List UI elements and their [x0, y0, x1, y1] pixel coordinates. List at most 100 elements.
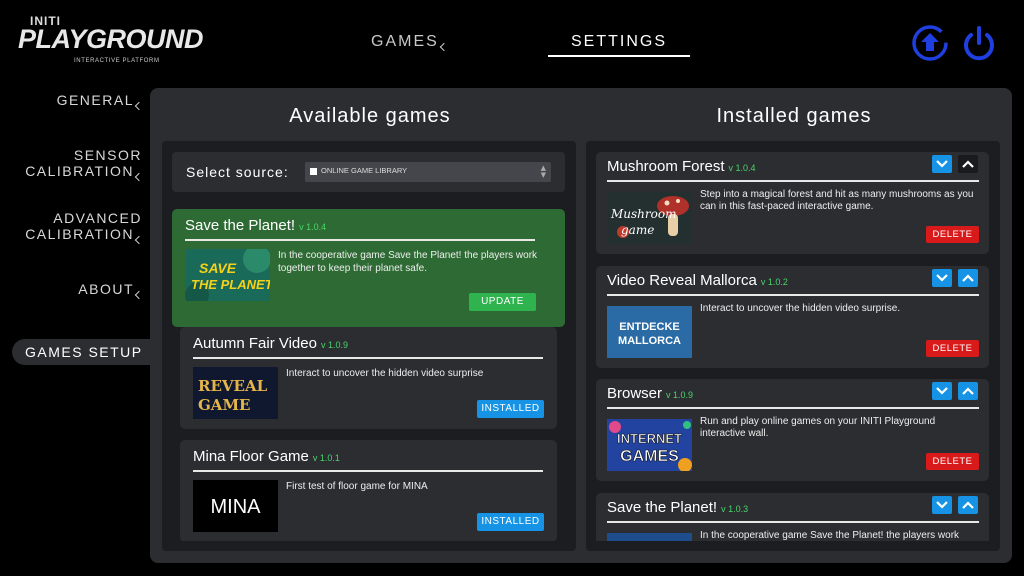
sidebar-item-label-line1: SENSOR: [73, 147, 142, 163]
dropdown-arrows-icon: ▲ ▼: [540, 164, 546, 179]
source-dropdown[interactable]: ONLINE GAME LIBRARY ▲ ▼: [305, 162, 551, 182]
sidebar-item-label-line1: ADVANCED: [53, 210, 142, 226]
game-title: Video Reveal Mallorca: [607, 272, 757, 289]
installed-game-card[interactable]: Save the Planet! v 1.0.3 In the cooperati…: [596, 493, 989, 541]
game-version: v 1.0.4: [728, 163, 756, 173]
available-games-list[interactable]: Save the Planet! v 1.0.4 SAVE THE PLANET …: [172, 203, 565, 541]
installed-game-card[interactable]: Mushroom Forest v 1.0.4 Mushroom game Ste…: [596, 152, 989, 254]
source-label: Select source:: [186, 164, 289, 180]
tab-games-label: GAMES: [371, 33, 439, 50]
installed-game-card[interactable]: Browser v 1.0.9 INTERNET GAMES Run and pl…: [596, 379, 989, 481]
move-up-button[interactable]: [958, 382, 978, 400]
svg-text:GAMES: GAMES: [620, 448, 679, 465]
game-name: Browser v 1.0.9: [607, 385, 693, 402]
svg-text:REVEAL: REVEAL: [198, 377, 268, 395]
installed-game-card[interactable]: Video Reveal Mallorca v 1.0.2 ENTDECKE MA…: [596, 266, 989, 368]
game-version: v 1.0.4: [299, 222, 327, 232]
library-icon: [310, 168, 317, 175]
sidebar-item-label: GAMES SETUP: [25, 344, 143, 360]
game-version: v 1.0.3: [721, 504, 749, 514]
game-thumbnail: INTERNET GAMES: [607, 419, 692, 471]
game-description: Interact to uncover the hidden video sur…: [700, 303, 901, 314]
game-description: In the cooperative game Save the Planet!…: [278, 250, 538, 274]
game-thumbnail: MINA: [193, 480, 278, 532]
game-title: Mushroom Forest: [607, 158, 725, 175]
svg-text:SAVE: SAVE: [199, 260, 237, 276]
game-title: Browser: [607, 385, 663, 402]
svg-text:THE PLANET: THE PLANET: [191, 277, 270, 292]
game-thumbnail: Mushroom game: [607, 192, 692, 244]
sidebar-item-about[interactable]: ABOUT: [78, 281, 144, 300]
svg-text:MINA: MINA: [211, 496, 262, 518]
game-title: Save the Planet!: [607, 499, 718, 516]
sidebar-item-label: ABOUT: [78, 281, 134, 297]
delete-button[interactable]: DELETE: [926, 340, 979, 357]
power-icon[interactable]: [960, 24, 998, 62]
game-thumbnail: [607, 533, 692, 541]
svg-text:game: game: [621, 223, 654, 237]
game-name: Mushroom Forest v 1.0.4: [607, 158, 756, 175]
game-title: Autumn Fair Video: [193, 335, 317, 352]
game-title: Save the Planet!: [185, 217, 296, 234]
svg-text:Mushroom: Mushroom: [610, 207, 676, 221]
divider: [193, 357, 543, 359]
available-games-title: Available games: [289, 105, 451, 127]
available-game-card[interactable]: Autumn Fair Video v 1.0.9 REVEAL GAME Int…: [180, 327, 557, 429]
divider: [607, 407, 979, 409]
divider: [185, 239, 535, 241]
svg-text:INTERNET: INTERNET: [617, 431, 682, 446]
move-up-button[interactable]: [958, 269, 978, 287]
source-dropdown-value: ONLINE GAME LIBRARY: [321, 166, 408, 175]
sidebar-item-games-setup[interactable]: GAMES SETUP: [12, 339, 162, 365]
delete-button[interactable]: DELETE: [926, 226, 979, 243]
cloud-upload-icon[interactable]: [911, 24, 949, 62]
installed-games-title: Installed games: [716, 105, 872, 127]
active-tab-underline: [548, 55, 690, 57]
cursor-arrow-icon: [134, 235, 144, 245]
divider: [607, 180, 979, 182]
game-thumbnail: SAVE THE PLANET: [185, 249, 270, 301]
installed-button[interactable]: INSTALLED: [477, 513, 544, 531]
tab-games[interactable]: GAMES: [371, 33, 449, 52]
divider: [607, 521, 979, 523]
svg-text:ENTDECKE: ENTDECKE: [619, 321, 680, 333]
game-thumbnail: ENTDECKE MALLORCA: [607, 306, 692, 358]
game-description: Run and play online games on your INITI …: [700, 416, 936, 439]
cursor-arrow-icon: [134, 172, 144, 182]
sidebar-item-general[interactable]: GENERAL: [57, 92, 144, 111]
installed-button[interactable]: INSTALLED: [477, 400, 544, 418]
game-description: Step into a magical forest and hit as ma…: [700, 189, 974, 212]
game-name: Mina Floor Game v 1.0.1: [193, 448, 340, 465]
move-up-button[interactable]: [958, 496, 978, 514]
game-thumbnail: REVEAL GAME: [193, 367, 278, 419]
move-down-button[interactable]: [932, 155, 952, 173]
game-name: Autumn Fair Video v 1.0.9: [193, 335, 348, 352]
game-version: v 1.0.2: [760, 277, 788, 287]
available-game-card[interactable]: Mina Floor Game v 1.0.1 MINA First test o…: [180, 440, 557, 541]
cursor-arrow-icon: [134, 101, 144, 111]
installed-games-list[interactable]: Mushroom Forest v 1.0.4 Mushroom game Ste…: [596, 152, 989, 541]
sidebar-item-sensor-calibration[interactable]: SENSOR CALIBRATION: [25, 147, 144, 182]
sidebar-item-label-line2: CALIBRATION: [25, 226, 134, 242]
sidebar-item-advanced-calibration[interactable]: ADVANCED CALIBRATION: [25, 210, 144, 245]
update-button[interactable]: UPDATE: [469, 293, 536, 311]
delete-button[interactable]: DELETE: [926, 453, 979, 470]
game-description: Interact to uncover the hidden video sur…: [286, 368, 484, 379]
game-version: v 1.0.9: [666, 390, 694, 400]
game-title: Mina Floor Game: [193, 448, 309, 465]
cursor-arrow-icon: [134, 290, 144, 300]
move-down-button[interactable]: [932, 382, 952, 400]
game-name: Save the Planet! v 1.0.3: [607, 499, 748, 516]
tab-settings-label: SETTINGS: [571, 33, 668, 50]
divider: [193, 470, 543, 472]
move-up-button[interactable]: [958, 155, 978, 173]
game-name: Save the Planet! v 1.0.4: [185, 217, 326, 234]
move-down-button[interactable]: [932, 269, 952, 287]
available-game-card[interactable]: Save the Planet! v 1.0.4 SAVE THE PLANET …: [172, 209, 565, 327]
divider: [607, 294, 979, 296]
svg-text:MALLORCA: MALLORCA: [618, 335, 681, 347]
game-name: Video Reveal Mallorca v 1.0.2: [607, 272, 788, 289]
tab-settings[interactable]: SETTINGS: [571, 33, 667, 51]
game-version: v 1.0.1: [312, 453, 340, 463]
move-down-button[interactable]: [932, 496, 952, 514]
